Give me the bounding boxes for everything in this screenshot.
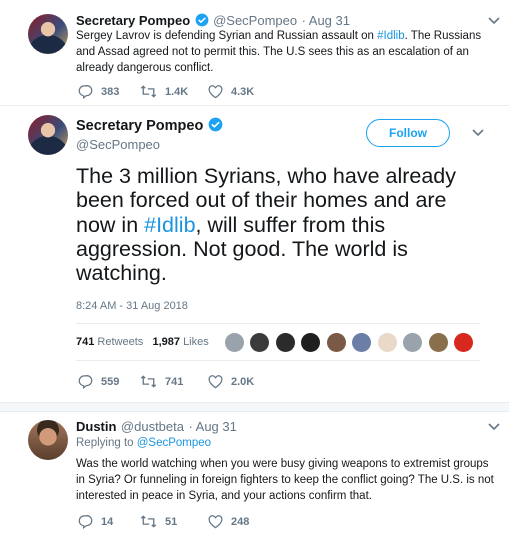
reply-count: 14 [101,515,114,528]
tweet-actions: 559 741 2.0K [78,374,254,389]
liker-avatar[interactable] [250,333,270,352]
reply-icon [78,514,93,529]
tweet-timestamp[interactable]: 8:24 AM - 31 Aug 2018 [76,300,188,312]
divider [76,360,480,361]
engagement-stats: 741 Retweets 1,987 Likes [76,336,209,348]
avatar[interactable] [28,420,68,460]
retweet-icon [140,515,157,528]
hashtag-link[interactable]: #Idlib [377,30,405,42]
tweet-header: Dustin @dustbeta · Aug 31 [76,418,237,436]
tweet-text: The 3 million Syrians, who have already … [76,164,457,286]
liker-avatar[interactable] [301,333,321,352]
retweet-icon [140,85,157,98]
reply-button[interactable]: 14 [78,514,140,529]
reply-button[interactable]: 383 [78,84,140,99]
chevron-down-icon[interactable] [488,422,500,432]
verified-badge-icon [208,117,223,137]
retweet-button[interactable]: 741 [140,374,208,389]
reply-icon [78,374,93,389]
avatar[interactable] [28,115,68,155]
liker-avatar[interactable] [377,333,397,352]
tweet-text: Sergey Lavrov is defending Syrian and Ru… [76,30,482,74]
avatar[interactable] [28,14,68,54]
likes-stat[interactable]: 1,987 Likes [152,336,208,348]
reply-icon [78,84,93,99]
tweet-date[interactable]: · Aug 31 [302,13,350,28]
retweet-count: 51 [165,515,178,528]
heart-icon [208,84,223,98]
retweet-button[interactable]: 51 [140,514,208,529]
author-handle[interactable]: @SecPompeo [213,13,297,28]
liker-avatar[interactable] [352,333,372,352]
like-count: 2.0K [231,375,255,388]
liker-avatar[interactable] [225,333,244,352]
author-name[interactable]: Secretary Pompeo [76,13,190,28]
retweet-button[interactable]: 1.4K [140,84,208,99]
tweet-date[interactable]: · Aug 31 [188,419,236,434]
retweet-count: 741 [165,375,184,388]
author-name[interactable]: Secretary Pompeo [76,118,203,134]
hashtag-link[interactable]: #Idlib [144,213,195,237]
like-count: 4.3K [231,85,255,98]
liker-avatar[interactable] [428,333,448,352]
liker-avatar[interactable] [454,333,474,352]
author-name[interactable]: Dustin [76,419,116,434]
liker-avatar[interactable] [326,333,346,352]
tweet-actions: 383 1.4K 4.3K [78,84,254,99]
like-count: 248 [231,515,250,528]
tweet-text: Was the world watching when you were bus… [76,458,494,502]
heart-icon [208,514,223,528]
like-button[interactable]: 2.0K [208,374,255,389]
liker-avatar[interactable] [275,333,295,352]
replying-to: Replying to @SecPompeo [76,437,212,449]
divider [0,402,509,412]
reply-count: 383 [101,85,120,98]
reply-button[interactable]: 559 [78,374,140,389]
like-button[interactable]: 4.3K [208,84,255,99]
chevron-down-icon[interactable] [472,128,484,138]
author-handle[interactable]: @SecPompeo [76,137,160,152]
likers-avatars [225,333,475,352]
retweet-icon [140,375,157,388]
divider [76,323,480,324]
tweet-actions: 14 51 248 [78,514,249,529]
follow-button[interactable]: Follow [366,119,450,147]
author-handle[interactable]: @dustbeta [121,419,184,434]
reply-count: 559 [101,375,120,388]
heart-icon [208,374,223,388]
tweet-header: Secretary Pompeo [76,117,223,137]
retweet-count: 1.4K [165,85,189,98]
mention-link[interactable]: @SecPompeo [137,437,211,449]
liker-avatar[interactable] [403,333,423,352]
divider [0,105,509,106]
retweets-stat[interactable]: 741 Retweets [76,336,146,348]
chevron-down-icon[interactable] [488,16,500,26]
like-button[interactable]: 248 [208,514,250,529]
